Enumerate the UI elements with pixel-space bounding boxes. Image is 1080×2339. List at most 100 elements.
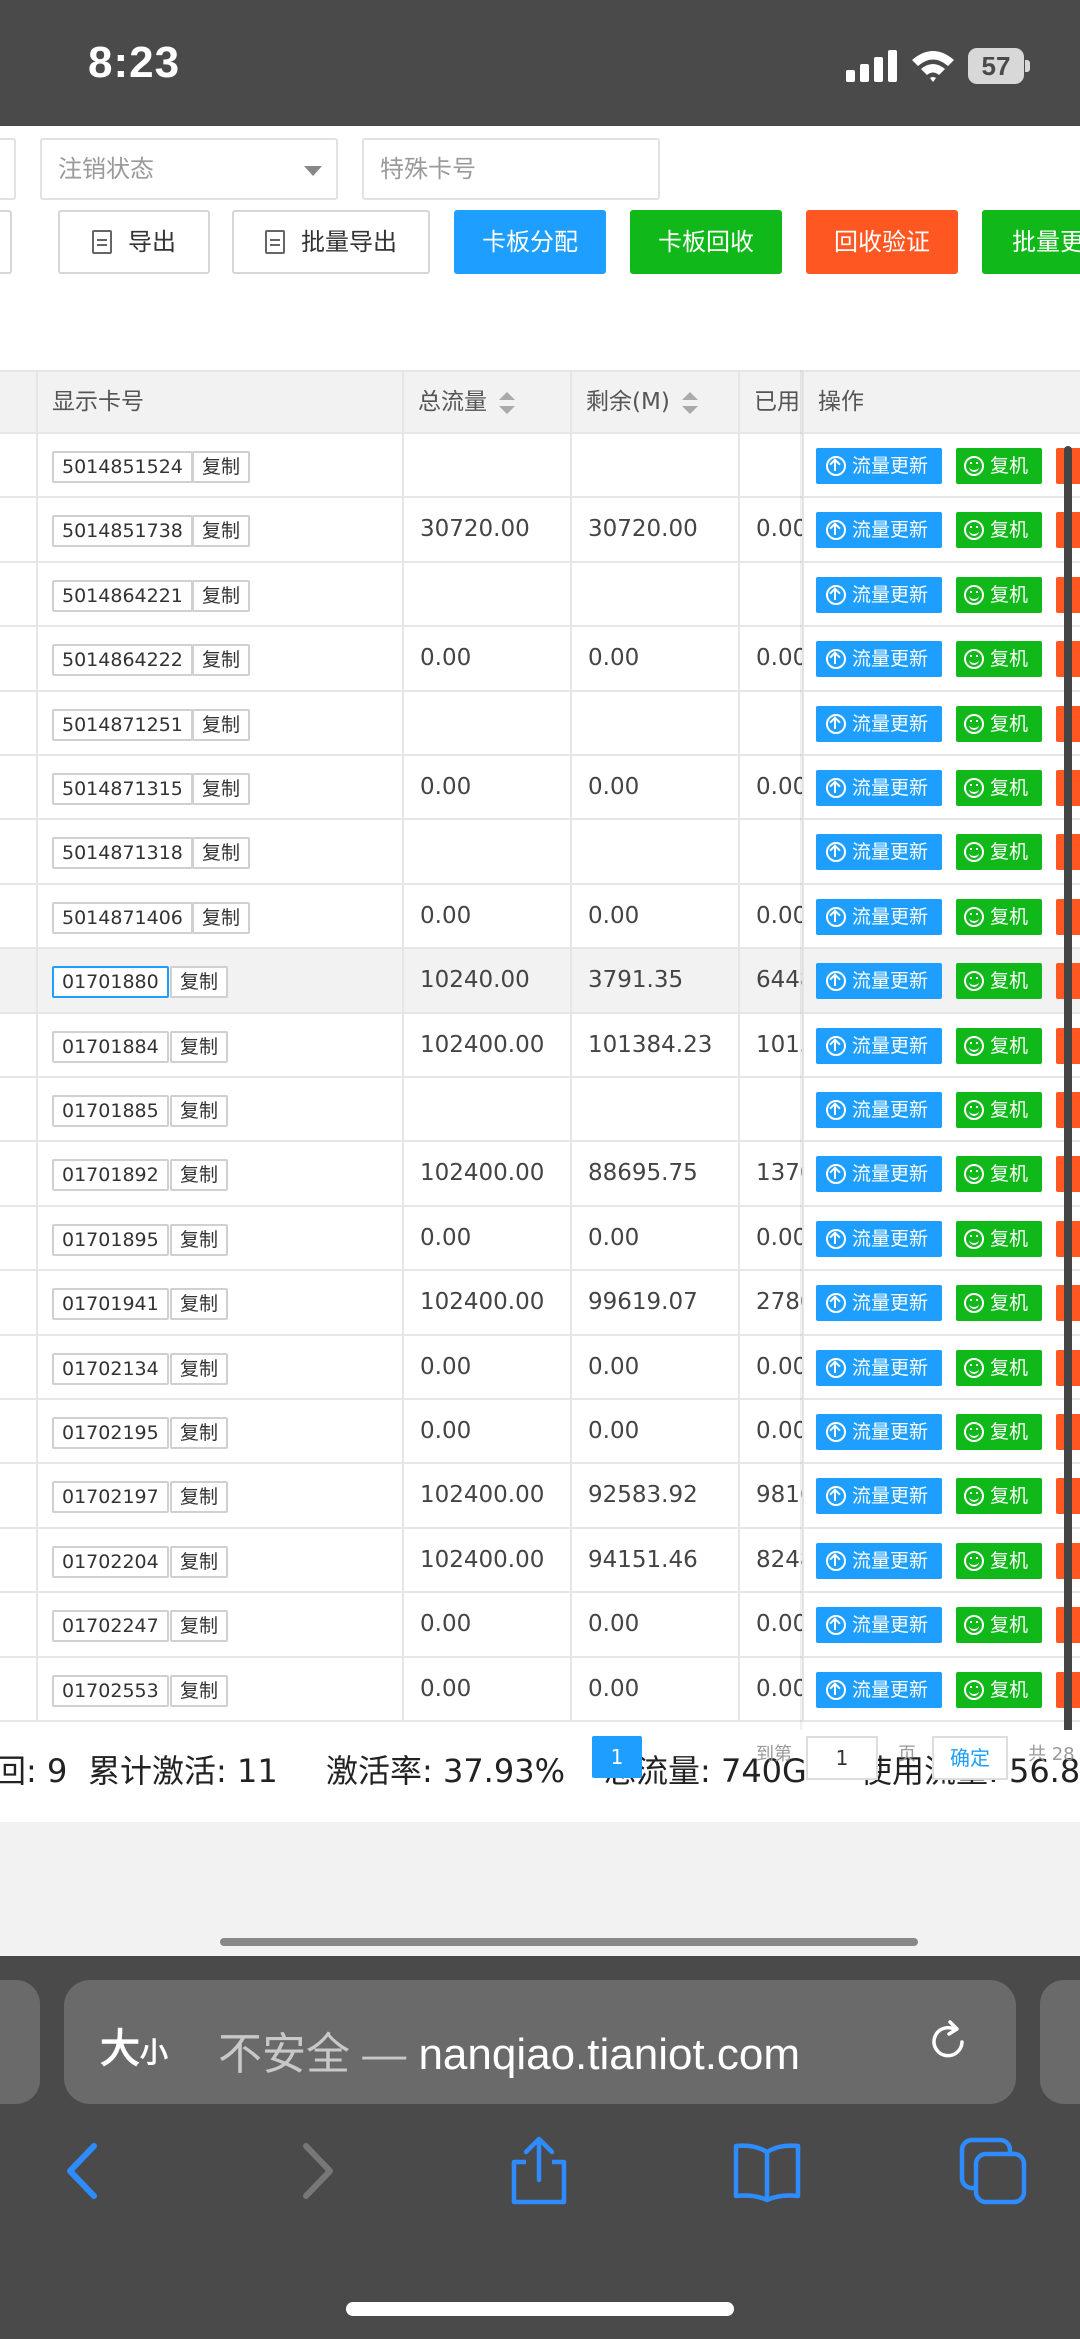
vertical-scrollbar[interactable] bbox=[1064, 446, 1072, 1786]
flow-update-button[interactable]: 流量更新 bbox=[816, 705, 942, 742]
card-number[interactable]: 5014851524 bbox=[52, 451, 193, 483]
card-number[interactable]: 01701885 bbox=[52, 1095, 169, 1127]
card-number[interactable]: 5014871251 bbox=[52, 708, 193, 741]
card-number[interactable]: 5014871406 bbox=[52, 901, 193, 934]
card-number[interactable]: 01701892 bbox=[52, 1159, 169, 1192]
batch-update-button[interactable]: 批量更 bbox=[982, 210, 1080, 274]
reset-button[interactable]: 复机 bbox=[956, 1092, 1042, 1128]
card-number[interactable]: 01701884 bbox=[52, 1030, 169, 1063]
copy-button[interactable]: 复制 bbox=[170, 966, 229, 999]
reset-button[interactable]: 复机 bbox=[956, 1285, 1042, 1322]
flow-update-button[interactable]: 流量更新 bbox=[816, 1092, 942, 1128]
copy-button[interactable]: 复制 bbox=[170, 1030, 229, 1063]
card-number[interactable]: 5014871318 bbox=[52, 837, 193, 870]
flow-update-button[interactable]: 流量更新 bbox=[816, 1027, 942, 1064]
card-number[interactable]: 5014864221 bbox=[52, 579, 193, 612]
reset-button[interactable]: 复机 bbox=[956, 898, 1042, 935]
reload-icon[interactable] bbox=[924, 2018, 972, 2066]
share-icon[interactable] bbox=[504, 2136, 574, 2206]
horizontal-scrollbar[interactable] bbox=[220, 1938, 918, 1946]
card-number[interactable]: 01701895 bbox=[52, 1223, 169, 1256]
copy-button[interactable]: 复制 bbox=[192, 515, 251, 548]
address-bar[interactable]: 大小 不安全 — nanqiao.tianiot.com bbox=[64, 1980, 1016, 2104]
copy-button[interactable]: 复制 bbox=[170, 1095, 229, 1127]
reset-button[interactable]: 复机 bbox=[956, 512, 1042, 549]
reset-button[interactable]: 复机 bbox=[956, 1671, 1042, 1708]
card-number[interactable]: 01701880 bbox=[52, 966, 169, 999]
reset-button[interactable]: 复机 bbox=[956, 448, 1042, 484]
flow-update-button[interactable]: 流量更新 bbox=[816, 1349, 942, 1386]
text-size-button[interactable]: 大小 bbox=[100, 2016, 168, 2074]
export-button[interactable]: 导出 bbox=[58, 210, 210, 274]
next-tab-peek[interactable] bbox=[1040, 1980, 1080, 2104]
copy-button[interactable]: 复制 bbox=[170, 1223, 229, 1256]
flow-update-button[interactable]: 流量更新 bbox=[816, 512, 942, 549]
copy-button[interactable]: 复制 bbox=[192, 837, 251, 870]
card-number[interactable]: 5014864222 bbox=[52, 644, 193, 677]
flow-update-button[interactable]: 流量更新 bbox=[816, 1414, 942, 1450]
reset-button[interactable]: 复机 bbox=[956, 1542, 1042, 1579]
url-text[interactable]: 不安全 — nanqiao.tianiot.com bbox=[218, 2018, 800, 2082]
reset-button[interactable]: 复机 bbox=[956, 1478, 1042, 1515]
flow-update-button[interactable]: 流量更新 bbox=[816, 641, 942, 678]
flow-update-button[interactable]: 流量更新 bbox=[816, 1542, 942, 1579]
copy-button[interactable]: 复制 bbox=[192, 644, 251, 677]
flow-update-button[interactable]: 流量更新 bbox=[816, 834, 942, 871]
special-card-input[interactable]: 特殊卡号 bbox=[362, 138, 660, 200]
board-assign-button[interactable]: 卡板分配 bbox=[454, 210, 606, 274]
board-recycle-button[interactable]: 卡板回收 bbox=[630, 210, 782, 274]
copy-button[interactable]: 复制 bbox=[192, 773, 251, 805]
flow-update-button[interactable]: 流量更新 bbox=[816, 1156, 942, 1193]
flow-update-button[interactable]: 流量更新 bbox=[816, 1220, 942, 1257]
reset-button[interactable]: 复机 bbox=[956, 576, 1042, 613]
copy-button[interactable]: 复制 bbox=[170, 1352, 229, 1385]
reset-button[interactable]: 复机 bbox=[956, 1156, 1042, 1193]
card-number[interactable]: 5014851738 bbox=[52, 515, 193, 548]
card-number[interactable]: 01702247 bbox=[52, 1610, 169, 1643]
card-number[interactable]: 5014871315 bbox=[52, 773, 193, 805]
card-number[interactable]: 01702195 bbox=[52, 1417, 169, 1449]
flow-update-button[interactable]: 流量更新 bbox=[816, 963, 942, 1000]
flow-update-button[interactable]: 流量更新 bbox=[816, 448, 942, 484]
reset-button[interactable]: 复机 bbox=[956, 705, 1042, 742]
copy-button[interactable]: 复制 bbox=[170, 1545, 229, 1578]
copy-button[interactable]: 复制 bbox=[170, 1417, 229, 1449]
reset-button[interactable]: 复机 bbox=[956, 641, 1042, 678]
card-number[interactable]: 01702197 bbox=[52, 1481, 169, 1514]
flow-update-button[interactable]: 流量更新 bbox=[816, 1671, 942, 1708]
cancel-status-select[interactable]: 注销状态 bbox=[40, 138, 338, 200]
filter-field-cut[interactable] bbox=[0, 138, 16, 200]
page-confirm-button[interactable]: 确定 bbox=[932, 1736, 1008, 1780]
batch-export-button[interactable]: 批量导出 bbox=[232, 210, 430, 274]
copy-button[interactable]: 复制 bbox=[170, 1674, 229, 1707]
page-current[interactable]: 1 bbox=[592, 1736, 642, 1778]
reset-button[interactable]: 复机 bbox=[956, 1607, 1042, 1644]
copy-button[interactable]: 复制 bbox=[192, 901, 251, 934]
prev-tab-peek[interactable] bbox=[0, 1980, 40, 2104]
reset-button[interactable]: 复机 bbox=[956, 1414, 1042, 1450]
tabs-icon[interactable] bbox=[958, 2136, 1028, 2206]
flow-update-button[interactable]: 流量更新 bbox=[816, 1285, 942, 1322]
forward-icon[interactable] bbox=[280, 2136, 350, 2206]
card-number[interactable]: 01702553 bbox=[52, 1674, 169, 1707]
recycle-verify-button[interactable]: 回收验证 bbox=[806, 210, 958, 274]
reset-button[interactable]: 复机 bbox=[956, 1349, 1042, 1386]
header-remaining[interactable]: 剩余(M) bbox=[570, 372, 738, 434]
copy-button[interactable]: 复制 bbox=[192, 451, 251, 483]
card-number[interactable]: 01701941 bbox=[52, 1288, 169, 1321]
flow-update-button[interactable]: 流量更新 bbox=[816, 770, 942, 806]
reset-button[interactable]: 复机 bbox=[956, 1220, 1042, 1257]
sort-icon[interactable] bbox=[499, 391, 515, 414]
copy-button[interactable]: 复制 bbox=[170, 1481, 229, 1514]
flow-update-button[interactable]: 流量更新 bbox=[816, 1607, 942, 1644]
header-total-flow[interactable]: 总流量 bbox=[402, 372, 570, 434]
bookmarks-icon[interactable] bbox=[732, 2136, 802, 2206]
reset-button[interactable]: 复机 bbox=[956, 963, 1042, 1000]
reset-button[interactable]: 复机 bbox=[956, 1027, 1042, 1064]
back-icon[interactable] bbox=[50, 2136, 120, 2206]
partial-button[interactable] bbox=[0, 210, 12, 274]
flow-update-button[interactable]: 流量更新 bbox=[816, 576, 942, 613]
copy-button[interactable]: 复制 bbox=[192, 579, 251, 612]
sort-icon[interactable] bbox=[681, 391, 698, 414]
copy-button[interactable]: 复制 bbox=[170, 1159, 229, 1192]
